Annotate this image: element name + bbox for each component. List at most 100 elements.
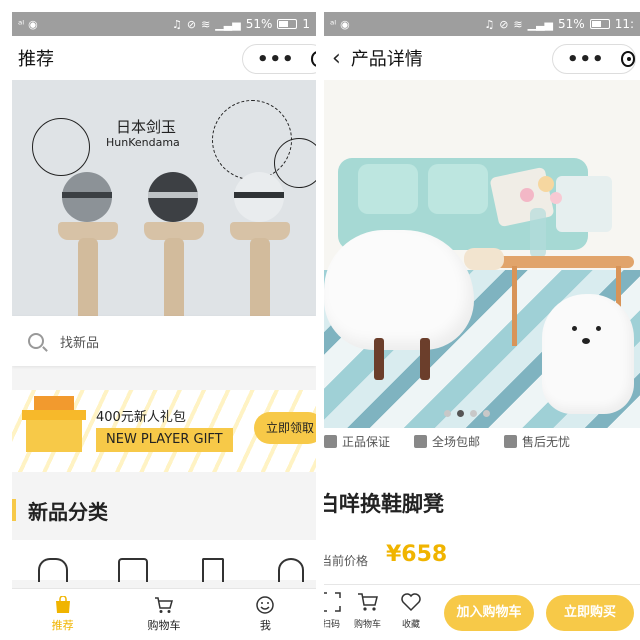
tab-recommend[interactable]: 推荐	[12, 589, 113, 640]
authentic-icon	[324, 434, 337, 448]
headphones-icon: ♫	[484, 17, 495, 31]
headset-icon: ◉	[28, 17, 38, 31]
signal-icon: ᵃˡ	[18, 17, 25, 31]
add-to-cart-button[interactable]: 加入购物车	[444, 595, 534, 631]
guarantee-item: 售后无忧	[504, 433, 570, 450]
mini-program-capsule[interactable]: •••	[552, 44, 636, 74]
sheep-stool-leg	[420, 338, 430, 380]
dog-image	[542, 294, 634, 414]
carousel-dot[interactable]	[483, 410, 490, 417]
back-icon[interactable]: ‹	[332, 46, 341, 71]
buy-now-button[interactable]: 立即购买	[546, 595, 634, 631]
home-screen: ᵃˡ ◉ ♫ ⊘ ≋ ▁▃▅ 51% 1 推荐 ••• 日本剑玉 HunKend…	[12, 12, 316, 640]
more-icon[interactable]: •••	[567, 49, 605, 70]
tab-label: 推荐	[51, 619, 74, 632]
guarantee-label: 正品保证	[342, 434, 391, 449]
page-title: 推荐	[18, 49, 54, 70]
product-info: 白咩换鞋脚凳 当前价格 ¥658	[324, 454, 640, 584]
sheep-stool-image	[324, 230, 474, 350]
category-sofa-icon[interactable]	[118, 558, 148, 582]
scan-icon	[324, 592, 341, 612]
gift-box-icon	[22, 396, 86, 452]
mute-icon: ⊘	[186, 17, 197, 31]
kendama-image	[144, 172, 204, 338]
battery-icon	[589, 19, 610, 29]
carousel-dot-active[interactable]	[457, 410, 464, 417]
nav-bar: ‹ 产品详情 •••	[324, 36, 640, 80]
photo-vase	[530, 208, 546, 258]
close-icon[interactable]	[620, 51, 635, 67]
photo-flower	[550, 192, 562, 204]
kendama-image	[230, 172, 290, 338]
sheep-stool-head	[464, 248, 504, 270]
page-title: 产品详情	[350, 49, 423, 70]
guarantee-label: 售后无忧	[522, 434, 571, 449]
action-label: 扫码	[324, 620, 340, 630]
headset-icon: ◉	[340, 17, 350, 31]
more-icon[interactable]: •••	[257, 49, 295, 70]
guarantee-item: 正品保证	[324, 433, 390, 450]
status-bar: ᵃˡ ◉ ♫ ⊘ ≋ ▁▃▅ 51% 11:	[324, 12, 640, 36]
search-placeholder: 找新品	[60, 335, 100, 351]
hero-banner[interactable]: 日本剑玉 HunKendama	[12, 80, 316, 338]
mini-program-capsule[interactable]: •••	[242, 44, 316, 74]
bag-icon	[55, 596, 70, 613]
scan-action[interactable]: 扫码	[324, 591, 342, 630]
carousel-dot[interactable]	[470, 410, 477, 417]
tab-cart[interactable]: 购物车	[113, 589, 214, 640]
nav-bar: 推荐 •••	[12, 36, 316, 80]
category-lamp-icon[interactable]	[278, 558, 304, 582]
cell-signal-icon: ▁▃▅	[215, 17, 241, 31]
action-label: 购物车	[354, 620, 382, 630]
tab-label: 我	[259, 619, 271, 632]
product-price: ¥658	[386, 542, 448, 567]
status-bar: ᵃˡ ◉ ♫ ⊘ ≋ ▁▃▅ 51% 1	[12, 12, 316, 36]
favorite-action[interactable]: 收藏	[400, 591, 422, 630]
price-label: 当前价格	[324, 554, 369, 568]
photo-table-leg	[512, 266, 517, 346]
heart-icon	[401, 593, 421, 612]
guarantee-label: 全场包邮	[432, 434, 481, 449]
action-label: 收藏	[401, 620, 420, 630]
cart-action[interactable]: 购物车	[354, 591, 381, 630]
photo-flower	[538, 176, 554, 192]
shipping-icon	[414, 434, 428, 448]
product-name: 白咩换鞋脚凳	[324, 492, 444, 516]
search-bar[interactable]: 找新品	[12, 316, 316, 366]
signal-icon: ᵃˡ	[330, 17, 337, 31]
wifi-icon: ≋	[513, 17, 523, 31]
tab-bar: 推荐 购物车 我	[12, 588, 316, 640]
cart-icon	[154, 597, 173, 613]
sheep-stool-leg	[374, 338, 384, 380]
battery-percent: 51%	[245, 17, 273, 31]
guarantee-item: 全场包邮	[414, 433, 480, 450]
service-guarantees: 正品保证 全场包邮 售后无忧	[324, 428, 640, 454]
claim-button[interactable]: 立即领取	[254, 412, 316, 444]
new-player-gift-card[interactable]: 400元新人礼包 NEW PLAYER GIFT 立即领取	[12, 390, 316, 472]
section-heading: 新品分类	[12, 496, 108, 524]
headphones-icon: ♫	[171, 17, 182, 31]
banner-caption-cn: 日本剑玉	[116, 118, 177, 136]
section-accent-bar	[12, 499, 16, 521]
clock: 11:	[614, 17, 634, 31]
wifi-icon: ≋	[201, 17, 211, 31]
string-ring-icon	[32, 118, 90, 176]
mute-icon: ⊘	[499, 17, 509, 31]
gift-title: 400元新人礼包	[96, 410, 186, 425]
carousel-dot[interactable]	[444, 410, 451, 417]
photo-pillow	[556, 176, 612, 232]
product-image-carousel[interactable]	[324, 80, 640, 428]
tab-me[interactable]: 我	[215, 589, 316, 640]
category-book-icon[interactable]	[202, 558, 224, 582]
close-icon[interactable]	[310, 51, 316, 67]
after-sales-icon	[504, 434, 518, 448]
banner-caption-en: HunKendama	[106, 136, 180, 149]
section-title: 新品分类	[28, 499, 108, 524]
category-hat-icon[interactable]	[38, 558, 68, 582]
tab-label: 购物车	[147, 619, 181, 632]
clock: 1	[302, 17, 310, 31]
product-detail-screen: ᵃˡ ◉ ♫ ⊘ ≋ ▁▃▅ 51% 11: ‹ 产品详情 ••• 正品保证 全…	[324, 12, 640, 640]
category-list	[12, 540, 316, 582]
kendama-image	[58, 172, 118, 338]
smile-icon	[256, 596, 275, 614]
